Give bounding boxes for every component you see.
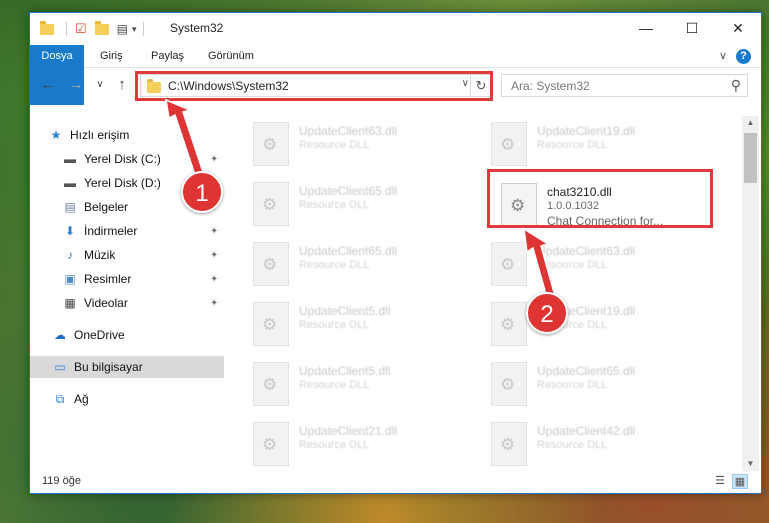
step-badge-1: 1 (181, 171, 223, 213)
arrow-2 (523, 227, 556, 299)
step-badge-2: 2 (526, 292, 568, 334)
annotation-arrows (165, 98, 556, 299)
arrow-1 (165, 98, 205, 179)
